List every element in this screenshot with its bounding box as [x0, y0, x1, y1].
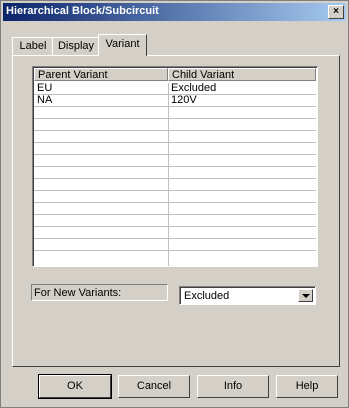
- table-row[interactable]: [34, 107, 316, 119]
- grid-header: Parent Variant Child Variant: [34, 68, 316, 82]
- table-row[interactable]: [34, 155, 316, 167]
- chevron-down-icon[interactable]: [298, 289, 313, 302]
- child-variant-cell[interactable]: Excluded: [168, 83, 316, 94]
- table-row[interactable]: [34, 227, 316, 239]
- parent-variant-cell: [34, 107, 168, 118]
- info-button[interactable]: Info: [197, 375, 269, 398]
- child-variant-cell[interactable]: [168, 167, 316, 178]
- parent-variant-cell: [34, 227, 168, 238]
- dialog-window: Hierarchical Block/Subcircuit × Label Di…: [0, 0, 349, 408]
- parent-variant-cell: NA: [37, 94, 53, 106]
- child-variant-cell[interactable]: [168, 191, 316, 202]
- table-row[interactable]: [34, 179, 316, 191]
- child-variant-cell[interactable]: [168, 227, 316, 238]
- new-variants-select[interactable]: Excluded: [179, 286, 316, 305]
- table-row[interactable]: [34, 167, 316, 179]
- parent-variant-cell: [34, 155, 168, 166]
- ok-button[interactable]: OK: [38, 374, 112, 399]
- child-variant-cell[interactable]: [168, 131, 316, 142]
- table-row[interactable]: [34, 131, 316, 143]
- window-title: Hierarchical Block/Subcircuit: [6, 5, 159, 17]
- parent-variant-cell: [34, 131, 168, 142]
- table-row[interactable]: [34, 143, 316, 155]
- parent-variant-cell: [34, 179, 168, 190]
- table-row[interactable]: [34, 239, 316, 251]
- parent-variant-cell: [34, 215, 168, 226]
- parent-variant-cell: EU: [37, 82, 53, 94]
- child-variant-cell[interactable]: [168, 239, 316, 250]
- parent-variant-cell: [34, 143, 168, 154]
- new-variants-value: Excluded: [184, 290, 230, 302]
- child-variant-cell[interactable]: [168, 107, 316, 118]
- child-variant-cell[interactable]: 120V: [168, 95, 316, 106]
- parent-variant-cell: [34, 203, 168, 214]
- parent-variant-cell: [34, 239, 168, 250]
- title-bar[interactable]: Hierarchical Block/Subcircuit ×: [3, 3, 346, 21]
- cancel-button[interactable]: Cancel: [118, 375, 190, 398]
- child-variant-cell[interactable]: [168, 119, 316, 130]
- tab-variant[interactable]: Variant: [98, 34, 147, 56]
- tab-label[interactable]: Label: [12, 37, 54, 55]
- table-row[interactable]: [34, 215, 316, 227]
- column-header-child[interactable]: Child Variant: [168, 68, 316, 81]
- parent-variant-cell: [34, 167, 168, 178]
- column-header-parent[interactable]: Parent Variant: [34, 68, 168, 81]
- table-row[interactable]: [34, 203, 316, 215]
- child-variant-cell[interactable]: [168, 203, 316, 214]
- parent-variant-cell: [34, 191, 168, 202]
- table-row[interactable]: NA 120V: [34, 95, 316, 107]
- table-row[interactable]: [34, 119, 316, 131]
- child-variant-cell[interactable]: [168, 143, 316, 154]
- help-button[interactable]: Help: [276, 375, 338, 398]
- child-variant-cell[interactable]: [168, 155, 316, 166]
- child-variant-cell[interactable]: [168, 215, 316, 226]
- close-icon[interactable]: ×: [328, 5, 344, 19]
- new-variants-label: For New Variants:: [31, 284, 168, 301]
- variant-grid[interactable]: Parent Variant Child Variant EU Excluded N…: [32, 66, 318, 267]
- tab-display[interactable]: Display: [52, 37, 100, 55]
- table-row[interactable]: [34, 191, 316, 203]
- child-variant-cell[interactable]: [168, 179, 316, 190]
- parent-variant-cell: [34, 119, 168, 130]
